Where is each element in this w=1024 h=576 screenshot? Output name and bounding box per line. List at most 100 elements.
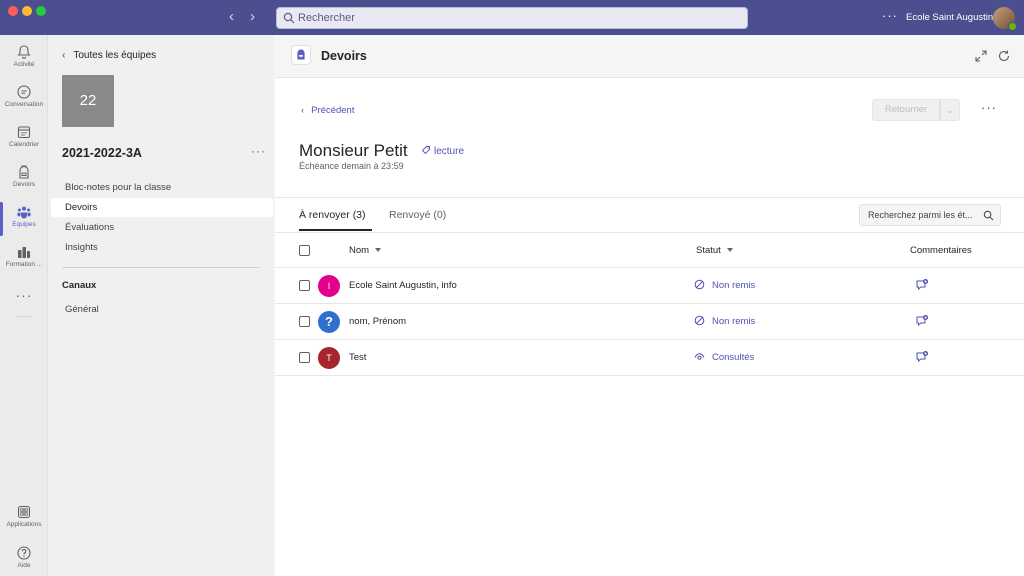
calendar-icon (17, 126, 31, 139)
avatar: T (318, 347, 340, 369)
rail-label: Conversation (4, 101, 44, 108)
add-comment-icon[interactable] (915, 278, 929, 292)
student-search-input[interactable]: Recherchez parmi les ét... (859, 204, 1001, 226)
panel-item-insights[interactable]: Insights (51, 238, 273, 257)
organization-name[interactable]: Ecole Saint Augustin (906, 12, 993, 23)
student-row-name[interactable]: Test (349, 352, 366, 363)
add-comment-icon[interactable] (915, 314, 929, 328)
rail-label: Calendrier (9, 141, 39, 148)
rail-item-aide[interactable]: Aide (0, 540, 48, 576)
rail-item-activite[interactable]: Activité (0, 39, 48, 79)
tab-returned[interactable]: Renvoyé (0) (389, 209, 446, 221)
search-placeholder: Rechercher (298, 12, 355, 24)
refresh-icon[interactable] (997, 49, 1011, 63)
backpack-icon (19, 165, 29, 179)
rail-label: Aide (17, 562, 31, 569)
user-avatar[interactable] (993, 7, 1017, 31)
more-options-icon[interactable]: ··· (981, 101, 997, 114)
column-header-comments: Commentaires (910, 245, 972, 256)
blocked-icon (694, 315, 705, 326)
rail-label: Formation ... (5, 261, 43, 268)
chevron-left-icon: ‹ (62, 50, 66, 61)
status-label: Non remis (712, 280, 756, 291)
student-row-name[interactable]: Ecole Saint Augustin, info (349, 280, 457, 291)
minimize-window-button[interactable] (22, 6, 32, 16)
rail-item-formation[interactable]: Formation ... (0, 239, 48, 279)
avatar: I (318, 275, 340, 297)
table-row[interactable]: T Test Consultés (275, 340, 1024, 376)
status-cell[interactable]: Consultés (694, 351, 754, 363)
rail-item-applications[interactable]: Applications (0, 499, 48, 539)
table-row[interactable]: ? nom, Prénom Non remis (275, 304, 1024, 340)
channel-item-general[interactable]: Général (51, 300, 273, 319)
column-name-label: Nom (349, 245, 370, 256)
select-all-checkbox[interactable] (299, 245, 310, 256)
rail-label: Applications (6, 521, 42, 528)
rail-more-apps[interactable]: ··· (0, 287, 48, 303)
sort-down-icon (726, 248, 733, 252)
apps-icon (17, 505, 31, 519)
more-options-icon[interactable]: ··· (882, 9, 898, 23)
expand-icon[interactable] (974, 49, 988, 63)
table-row[interactable]: I Ecole Saint Augustin, info Non remis (275, 268, 1024, 304)
forward-arrow-icon[interactable]: › (250, 9, 255, 25)
student-search-placeholder: Recherchez parmi les ét... (868, 210, 973, 220)
close-window-button[interactable] (8, 6, 18, 16)
help-icon (17, 546, 31, 560)
rail-label: Devoirs (12, 181, 36, 188)
add-comment-icon[interactable] (915, 350, 929, 364)
title-bar: ‹ › Rechercher ··· Ecole Saint Augustin (0, 0, 1024, 35)
app-rail: Activité Conversation Calendrier Devoirs… (0, 35, 48, 576)
all-teams-label: Toutes les équipes (73, 50, 157, 61)
team-more-options-icon[interactable]: ··· (251, 144, 266, 158)
rail-item-devoirs[interactable]: Devoirs (0, 159, 48, 199)
rail-item-calendrier[interactable]: Calendrier (0, 119, 48, 159)
return-button[interactable]: Retourner (872, 99, 940, 121)
rail-label: Équipes (12, 221, 36, 228)
row-checkbox[interactable] (299, 352, 310, 363)
app-title: Devoirs (321, 49, 367, 63)
app-header: Devoirs (275, 35, 1024, 78)
rail-item-equipes[interactable]: Équipes (0, 199, 48, 239)
panel-divider (62, 267, 260, 268)
bell-icon (17, 45, 31, 59)
tab-to-return[interactable]: À renvoyer (3) (299, 209, 366, 221)
avatar: ? (318, 311, 340, 333)
chevron-left-icon: ‹ (301, 105, 305, 116)
panel-item-devoirs[interactable]: Devoirs (51, 198, 273, 217)
tag-icon (421, 146, 430, 155)
row-checkbox[interactable] (299, 280, 310, 291)
previous-link[interactable]: ‹ Précédent (301, 105, 354, 116)
previous-label: Précédent (311, 105, 355, 116)
active-tab-indicator (299, 229, 372, 231)
panel-item-bloc-notes[interactable]: Bloc-notes pour la classe (51, 178, 273, 197)
back-arrow-icon[interactable]: ‹ (229, 9, 234, 25)
row-checkbox[interactable] (299, 316, 310, 327)
column-header-name[interactable]: Nom (349, 245, 382, 256)
all-teams-link[interactable]: ‹ Toutes les équipes (62, 50, 156, 61)
rail-item-conversation[interactable]: Conversation (0, 79, 48, 119)
eye-icon (694, 353, 705, 360)
status-label: Non remis (712, 316, 756, 327)
panel-item-evaluations[interactable]: Évaluations (51, 218, 273, 237)
due-date: Échéance demain à 23:59 (299, 161, 404, 171)
column-header-status[interactable]: Statut (696, 245, 733, 256)
maximize-window-button[interactable] (36, 6, 46, 16)
channels-heading: Canaux (62, 280, 97, 291)
return-dropdown-button[interactable]: ⌄ (940, 99, 960, 121)
status-cell[interactable]: Non remis (694, 315, 755, 327)
tag-label: lecture (434, 146, 465, 157)
main-content: Devoirs ‹ Précédent Retourner ⌄ ··· Monsi… (275, 35, 1024, 576)
status-label: Consultés (712, 352, 755, 363)
assignment-tag[interactable]: lecture (421, 145, 464, 157)
assignments-app-icon (291, 45, 311, 65)
status-cell[interactable]: Non remis (694, 279, 755, 291)
team-avatar: 22 (62, 75, 114, 127)
table-top-divider (275, 232, 1024, 233)
rail-divider (16, 316, 32, 317)
student-row-name[interactable]: nom, Prénom (349, 316, 406, 327)
search-input[interactable]: Rechercher (276, 7, 748, 29)
team-name: 2021-2022-3A (62, 146, 142, 160)
teams-icon (17, 206, 31, 219)
blocked-icon (694, 279, 705, 290)
